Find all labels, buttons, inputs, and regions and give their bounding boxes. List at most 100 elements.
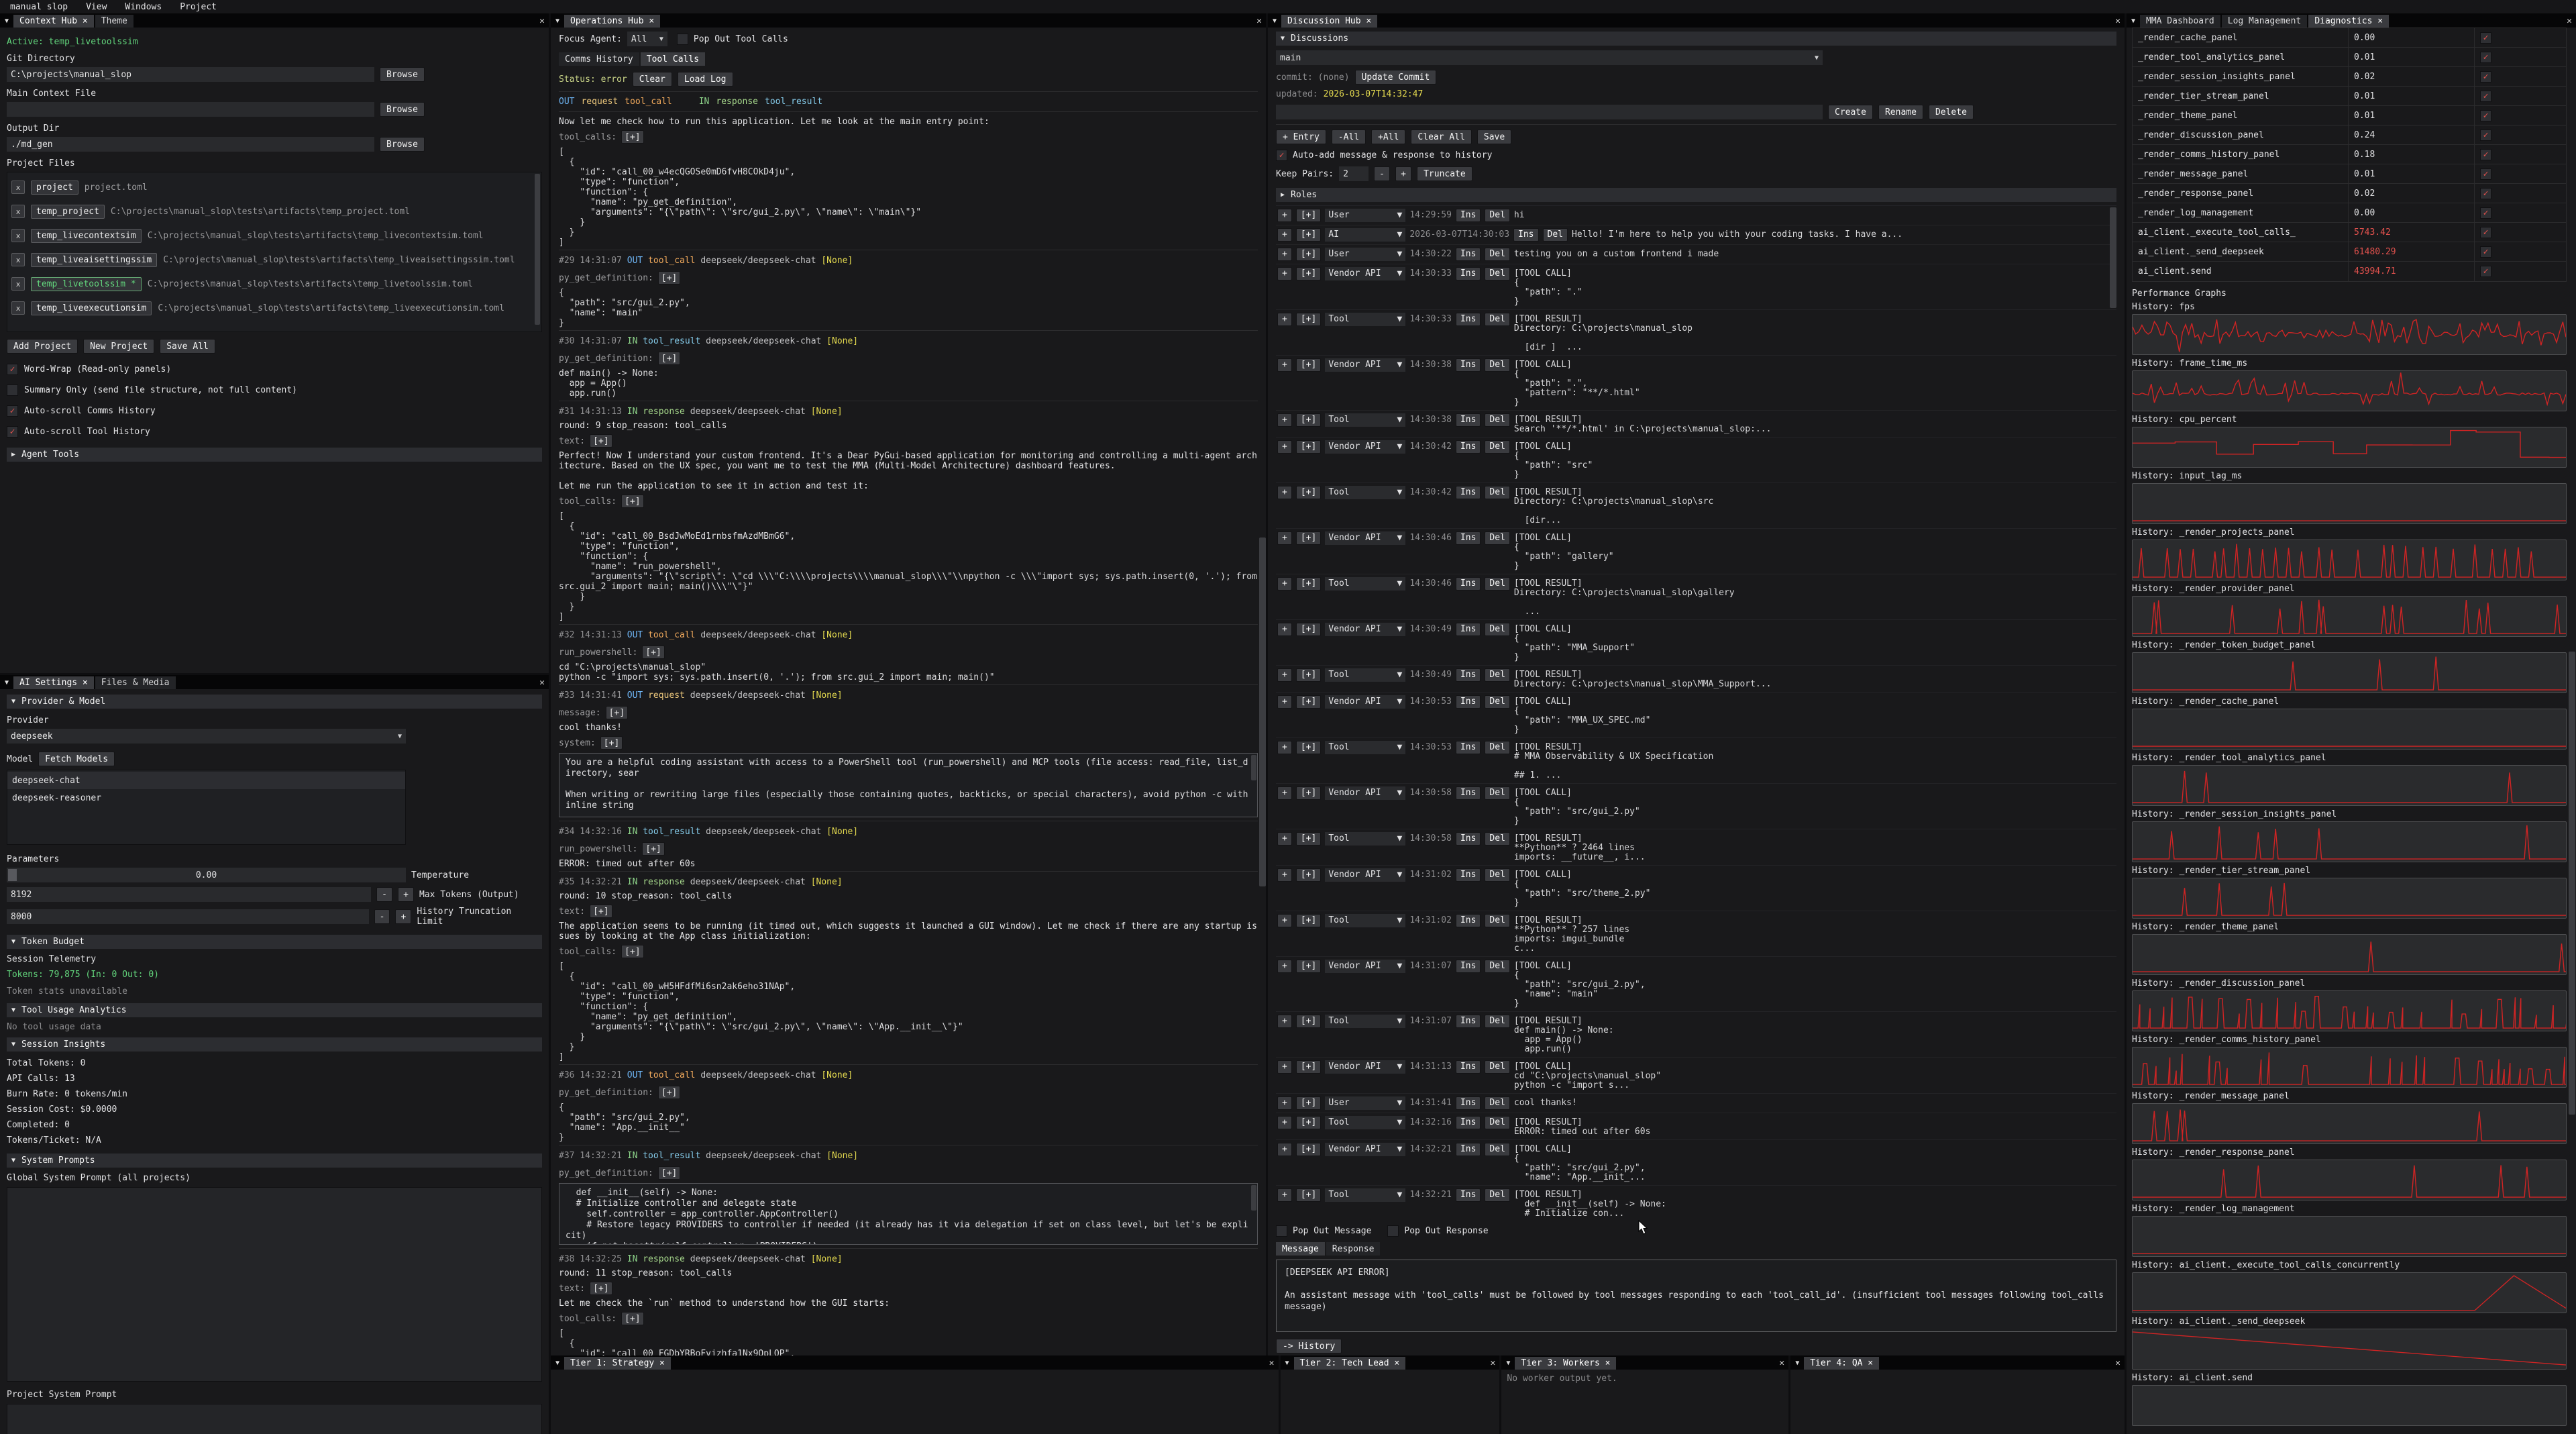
close-icon[interactable]: ✕ — [2111, 1357, 2125, 1370]
insert-button[interactable]: Ins — [1456, 960, 1481, 973]
add-entry-above-button[interactable]: + — [1277, 209, 1292, 222]
remove-file-button[interactable]: x — [11, 181, 25, 194]
expand-button[interactable]: [+] — [590, 434, 612, 448]
expand-entry-button[interactable]: [+] — [1296, 1060, 1321, 1074]
add-entry-above-button[interactable]: + — [1277, 914, 1292, 927]
delete-entry-button[interactable]: Del — [1485, 695, 1509, 709]
project-file-chip[interactable]: temp_liveexecutionsim — [31, 301, 152, 315]
model-option[interactable]: deepseek-chat — [7, 772, 405, 789]
timing-checkbox[interactable]: ✓ — [2480, 32, 2491, 44]
entry-role-select[interactable]: Tool▼ — [1325, 1116, 1405, 1129]
global-prompt-textarea[interactable] — [7, 1187, 542, 1382]
discussion-name-input[interactable] — [1276, 105, 1823, 119]
add-entry-above-button[interactable]: + — [1277, 1143, 1292, 1156]
delete-entry-button[interactable]: Del — [1485, 786, 1509, 800]
insert-button[interactable]: Ins — [1456, 209, 1481, 222]
insert-button[interactable]: Ins — [1456, 1015, 1481, 1028]
delete-entry-button[interactable]: Del — [1485, 531, 1509, 545]
tab-log-management[interactable]: Log Management — [2222, 15, 2308, 28]
expand-entry-button[interactable]: [+] — [1296, 531, 1321, 545]
decrement-button[interactable]: - — [1374, 166, 1390, 181]
entry-role-select[interactable]: AI▼ — [1325, 228, 1405, 242]
insert-button[interactable]: Ins — [1456, 1143, 1481, 1156]
entry-action-button[interactable]: + Entry — [1276, 130, 1326, 144]
expand-entry-button[interactable]: [+] — [1296, 209, 1321, 222]
expand-button[interactable]: [+] — [621, 1312, 643, 1325]
close-icon[interactable]: ✕ — [535, 676, 549, 689]
add-entry-above-button[interactable]: + — [1277, 1060, 1292, 1074]
expand-entry-button[interactable]: [+] — [1296, 668, 1321, 682]
project-file-chip[interactable]: temp_liveaisettingssim — [31, 253, 157, 267]
entry-role-select[interactable]: User▼ — [1325, 248, 1405, 261]
add-entry-above-button[interactable]: + — [1277, 440, 1292, 454]
expand-button[interactable]: [+] — [642, 646, 664, 659]
expand-button[interactable]: [+] — [621, 130, 643, 144]
entry-role-select[interactable]: User▼ — [1325, 209, 1405, 222]
add-entry-above-button[interactable]: + — [1277, 486, 1292, 499]
add-entry-above-button[interactable]: + — [1277, 623, 1292, 636]
expand-entry-button[interactable]: [+] — [1296, 486, 1321, 499]
expand-entry-button[interactable]: [+] — [1296, 1188, 1321, 1202]
expand-entry-button[interactable]: [+] — [1296, 623, 1321, 636]
remove-file-button[interactable]: x — [11, 229, 25, 242]
tab-diagnostics[interactable]: Diagnostics × — [2308, 15, 2389, 28]
collapse-icon[interactable]: ▼ — [0, 15, 13, 28]
insert-button[interactable]: Ins — [1456, 741, 1481, 754]
entry-role-select[interactable]: Vendor API▼ — [1325, 531, 1405, 545]
entry-role-select[interactable]: Vendor API▼ — [1325, 623, 1405, 636]
git-directory-input[interactable]: C:\projects\manual_slop — [7, 67, 374, 82]
remove-file-button[interactable]: x — [11, 253, 25, 266]
add-entry-above-button[interactable]: + — [1277, 868, 1292, 882]
timing-checkbox[interactable]: ✓ — [2480, 188, 2491, 199]
temperature-slider[interactable]: 0.00 — [7, 868, 406, 882]
entry-role-select[interactable]: Vendor API▼ — [1325, 440, 1405, 454]
entry-action-button[interactable]: Save — [1477, 130, 1511, 144]
roles-header[interactable]: ▶ Roles — [1276, 188, 2116, 202]
insert-button[interactable]: Ins — [1456, 668, 1481, 682]
delete-entry-button[interactable]: Del — [1485, 413, 1509, 427]
timing-checkbox[interactable]: ✓ — [2480, 266, 2491, 277]
entry-role-select[interactable]: Vendor API▼ — [1325, 1143, 1405, 1156]
entry-role-select[interactable]: Vendor API▼ — [1325, 1060, 1405, 1074]
decrement-button[interactable]: - — [374, 909, 390, 924]
expand-entry-button[interactable]: [+] — [1296, 1015, 1321, 1028]
save-all-button[interactable]: Save All — [160, 339, 215, 354]
menu-item-manual-slop[interactable]: manual slop — [10, 2, 68, 12]
expand-entry-button[interactable]: [+] — [1296, 228, 1321, 242]
add-entry-above-button[interactable]: + — [1277, 960, 1292, 973]
expand-entry-button[interactable]: [+] — [1296, 832, 1321, 846]
entry-role-select[interactable]: Vendor API▼ — [1325, 868, 1405, 882]
insert-button[interactable]: Ins — [1456, 577, 1481, 591]
increment-button[interactable]: + — [398, 887, 414, 902]
expand-entry-button[interactable]: [+] — [1296, 413, 1321, 427]
collapse-icon[interactable]: ▼ — [551, 15, 564, 28]
load-log-button[interactable]: Load Log — [678, 72, 733, 87]
add-project-button[interactable]: Add Project — [7, 339, 78, 354]
expand-button[interactable]: [+] — [621, 495, 643, 508]
entry-role-select[interactable]: Tool▼ — [1325, 313, 1405, 326]
scrollbar-thumb[interactable] — [535, 174, 540, 325]
provider-select[interactable]: deepseek▼ — [7, 729, 406, 744]
scrollbar-thumb[interactable] — [1251, 755, 1256, 780]
insert-button[interactable]: Ins — [1456, 248, 1481, 261]
insert-button[interactable]: Ins — [1456, 1116, 1481, 1129]
remove-file-button[interactable]: x — [11, 301, 25, 315]
delete-entry-button[interactable]: Del — [1485, 832, 1509, 846]
agent-tools-header[interactable]: ▶ Agent Tools — [7, 448, 542, 462]
browse-git-button[interactable]: Browse — [380, 67, 425, 82]
provider-model-header[interactable]: ▼ Provider & Model — [7, 695, 542, 709]
collapse-icon[interactable]: ▼ — [2127, 15, 2140, 28]
delete-entry-button[interactable]: Del — [1485, 577, 1509, 591]
entry-role-select[interactable]: Vendor API▼ — [1325, 695, 1405, 709]
focus-agent-select[interactable]: All▼ — [627, 32, 667, 46]
entry-role-select[interactable]: Vendor API▼ — [1325, 358, 1405, 372]
session-insights-header[interactable]: ▼ Session Insights — [7, 1037, 542, 1052]
insert-button[interactable]: Ins — [1456, 313, 1481, 326]
expand-button[interactable]: [+] — [658, 1086, 680, 1099]
option-checkbox[interactable]: ✓ — [7, 364, 18, 375]
expand-entry-button[interactable]: [+] — [1296, 313, 1321, 326]
tab-tool-calls[interactable]: Tool Calls — [641, 52, 705, 66]
timing-checkbox[interactable]: ✓ — [2480, 168, 2491, 180]
menu-item-view[interactable]: View — [86, 2, 107, 12]
insert-button[interactable]: Ins — [1456, 1096, 1481, 1110]
